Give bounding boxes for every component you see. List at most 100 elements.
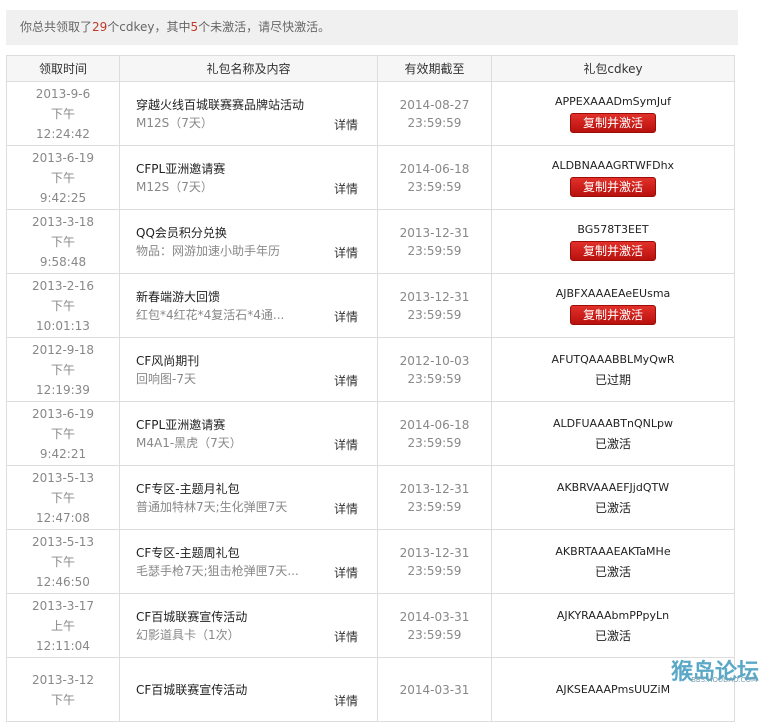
gift-content: 普通加特林7天;生化弹匣7天: [136, 499, 288, 514]
claim-clock: 9:42:25: [39, 190, 87, 205]
copy-activate-button[interactable]: 复制并激活: [570, 113, 656, 133]
gift-name: CF百城联赛宣传活动: [136, 609, 248, 624]
exp-time: 23:59:59: [407, 627, 462, 642]
cdkey-cell: AFUTQAAABBLMyQwR 已过期: [492, 338, 734, 401]
gift-name: CF专区-主题月礼包: [136, 481, 240, 496]
detail-link[interactable]: 详情: [334, 116, 358, 133]
gift-content: 物品：网游加速小助手年历: [136, 243, 281, 258]
claim-date: 2012-9-18: [31, 342, 95, 357]
claim-clock: 12:47:08: [36, 510, 90, 525]
expiry-cell: 2014-03-31: [378, 658, 492, 721]
table-row: 2012-9-18 下午 12:19:39 CF风尚期刊 回响图-7天 详情 2012-10…: [7, 338, 734, 402]
copy-activate-button[interactable]: 复制并激活: [570, 305, 656, 325]
cdkey-cell: AKBRVAAAEFJjdQTW 已激活: [492, 466, 734, 529]
gift-cell: CF风尚期刊 回响图-7天 详情: [120, 338, 378, 401]
gift-cell: 新春端游大回馈 红包*4红花*4复活石*4通... 详情: [120, 274, 378, 337]
exp-date: 2014-03-31: [399, 609, 470, 624]
detail-link[interactable]: 详情: [334, 564, 358, 581]
expiry-cell: 2013-12-31 23:59:59: [378, 466, 492, 529]
cdkey-value: AKBRVAAAEFJjdQTW: [556, 480, 670, 494]
gift-content: M4A1-黑虎（7天）: [136, 435, 242, 450]
table-header: 领取时间 礼包名称及内容 有效期截至 礼包cdkey: [7, 56, 734, 82]
cdkey-value: ALDFUAAABTnQNLpw: [553, 416, 673, 430]
gift-name: 新春端游大回馈: [136, 289, 221, 304]
gift-cell: CFPL亚洲邀请赛 M12S（7天） 详情: [120, 146, 378, 209]
cdkey-table: 领取时间 礼包名称及内容 有效期截至 礼包cdkey 2013-9-6 下午 12:…: [6, 55, 735, 722]
cdkey-value: ALDBNAAAGRTWFDhx: [551, 159, 675, 172]
cdkey-cell: BG578T3EET 复制并激活: [492, 210, 734, 273]
detail-link[interactable]: 详情: [334, 180, 358, 197]
gift-name: 穿越火线百城联赛赛品牌站活动: [136, 97, 305, 112]
claim-ampm: 下午: [50, 554, 75, 569]
table-row: 2013-3-17 上午 12:11:04 CF百城联赛宣传活动 幻影道具卡（1次） 详情…: [7, 594, 734, 658]
gift-cell: 穿越火线百城联赛赛品牌站活动 M12S（7天） 详情: [120, 82, 378, 145]
detail-link[interactable]: 详情: [334, 436, 358, 453]
claim-ampm: 下午: [50, 298, 75, 313]
expiry-cell: 2014-06-18 23:59:59: [378, 402, 492, 465]
gift-cell: CF百城联赛宣传活动 详情: [120, 658, 378, 721]
copy-activate-button[interactable]: 复制并激活: [570, 177, 656, 197]
claim-clock: 10:01:13: [36, 318, 90, 333]
exp-date: 2014-06-18: [399, 417, 470, 432]
gift-content: M12S（7天）: [136, 179, 213, 194]
table-row: 2013-5-13 下午 12:47:08 CF专区-主题月礼包 普通加特林7天;生化弹…: [7, 466, 734, 530]
exp-time: 23:59:59: [407, 499, 462, 514]
claim-clock: 9:42:21: [39, 446, 87, 461]
copy-activate-button[interactable]: 复制并激活: [570, 241, 656, 261]
gift-content: 回响图-7天: [136, 371, 196, 386]
gift-cell: CF专区-主题周礼包 毛瑟手枪7天;狙击枪弹匣7天... 详情: [120, 530, 378, 593]
cdkey-cell: AJBFXAAAEAeEUsma 复制并激活: [492, 274, 734, 337]
expiry-cell: 2013-12-31 23:59:59: [378, 274, 492, 337]
table-row: 2013-6-19 下午 9:42:25 CFPL亚洲邀请赛 M12S（7天） 详情 201…: [7, 146, 734, 210]
cdkey-value: APPEXAAADmSymJuf: [555, 95, 671, 108]
summary-middle: 个cdkey，其中: [107, 20, 191, 34]
claim-ampm: 下午: [50, 426, 75, 441]
claim-date: 2013-3-17: [31, 598, 95, 613]
exp-time: 23:59:59: [407, 563, 462, 578]
header-cdkey: 礼包cdkey: [583, 62, 643, 76]
claim-clock: 12:46:50: [36, 574, 90, 589]
exp-time: 23:59:59: [407, 179, 462, 194]
claim-ampm: 下午: [50, 106, 75, 121]
cdkey-value: AJKYRAAAbmPPpyLn: [556, 608, 670, 622]
claim-time-cell: 2013-3-17 上午 12:11:04: [7, 594, 120, 657]
header-expiry: 有效期截至: [378, 56, 492, 81]
exp-date: 2013-12-31: [399, 545, 470, 560]
detail-link[interactable]: 详情: [334, 308, 358, 325]
exp-date: 2013-12-31: [399, 225, 470, 240]
claim-ampm: 下午: [50, 234, 75, 249]
claim-ampm: 上午: [50, 618, 75, 633]
claim-time-cell: 2012-9-18 下午 12:19:39: [7, 338, 120, 401]
claim-date: 2013-3-12: [31, 672, 95, 687]
gift-name: CF风尚期刊: [136, 353, 200, 368]
exp-date: 2014-03-31: [399, 682, 470, 697]
header-gift-name: 礼包名称及内容: [120, 56, 378, 81]
detail-link[interactable]: 详情: [334, 628, 358, 645]
claim-clock: 9:58:48: [39, 254, 87, 269]
claim-clock: 12:19:39: [36, 382, 90, 397]
detail-link[interactable]: 详情: [334, 244, 358, 261]
claim-ampm: 下午: [50, 362, 75, 377]
cdkey-status: 已激活: [594, 500, 631, 515]
gift-name: CFPL亚洲邀请赛: [136, 161, 226, 176]
summary-bar: 你总共领取了29个cdkey，其中5个未激活，请尽快激活。: [6, 10, 738, 45]
detail-link[interactable]: 详情: [334, 500, 358, 517]
summary-prefix: 你总共领取了: [20, 20, 93, 34]
claim-ampm: 下午: [50, 490, 75, 505]
gift-name: CFPL亚洲邀请赛: [136, 417, 226, 432]
expiry-cell: 2014-06-18 23:59:59: [378, 146, 492, 209]
table-row: 2013-6-19 下午 9:42:21 CFPL亚洲邀请赛 M4A1-黑虎（7天） 详情…: [7, 402, 734, 466]
claim-time-cell: 2013-2-16 下午 10:01:13: [7, 274, 120, 337]
cdkey-status: 已激活: [594, 628, 631, 643]
claim-date: 2013-6-19: [31, 150, 95, 165]
detail-link[interactable]: 详情: [334, 372, 358, 389]
detail-link[interactable]: 详情: [334, 692, 358, 709]
table-row: 2013-3-18 下午 9:58:48 QQ会员积分兑换 物品：网游加速小助手年历 详情…: [7, 210, 734, 274]
exp-date: 2014-06-18: [399, 161, 470, 176]
table-row: 2013-2-16 下午 10:01:13 新春端游大回馈 红包*4红花*4复活石*4通…: [7, 274, 734, 338]
gift-cell: CF专区-主题月礼包普通加特林7天;生化弹匣7天 详情: [120, 466, 378, 529]
gift-name: QQ会员积分兑换: [136, 225, 227, 240]
cdkey-cell: APPEXAAADmSymJuf 复制并激活: [492, 82, 734, 145]
exp-date: 2013-12-31: [399, 289, 470, 304]
gift-cell: CF百城联赛宣传活动 幻影道具卡（1次） 详情: [120, 594, 378, 657]
